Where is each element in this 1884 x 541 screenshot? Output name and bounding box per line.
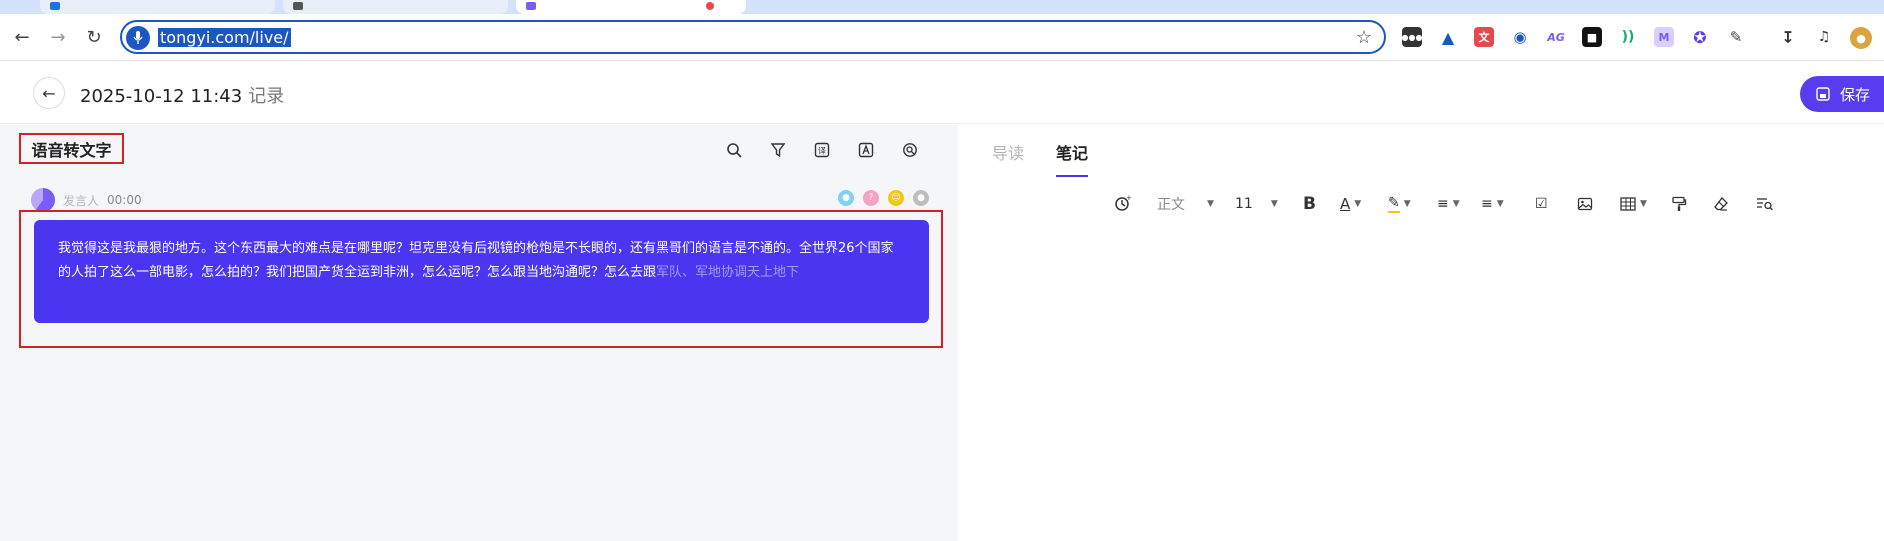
ordered-list-icon: ≡ (1437, 196, 1449, 212)
page-title: 2025-10-12 11:43 记录 (80, 82, 284, 108)
ai-assist-icon[interactable]: + (1113, 193, 1131, 215)
speaker-timestamp[interactable]: 00:00 (107, 193, 142, 207)
forward-icon[interactable]: → (47, 26, 69, 48)
image-icon[interactable] (1577, 193, 1593, 215)
speaker-name[interactable]: 发言人 (63, 192, 99, 209)
find-replace-icon[interactable] (1756, 193, 1774, 215)
chevron-down-icon: ▼ (1452, 199, 1460, 209)
checkbox-icon[interactable]: ☑ (1535, 193, 1548, 215)
media-control-icon[interactable]: ♫ (1814, 27, 1834, 47)
chevron-down-icon: ▼ (1640, 199, 1647, 209)
eraser-icon[interactable] (1713, 193, 1729, 215)
save-label: 保存 (1840, 85, 1871, 104)
extension-icon[interactable]: ■ (1582, 27, 1602, 47)
extension-icon[interactable]: ✪ (1690, 27, 1710, 47)
profile-avatar[interactable]: ● (1850, 27, 1872, 49)
font-color-button[interactable]: A ▼ (1340, 193, 1361, 215)
browser-tab[interactable] (283, 0, 508, 14)
save-button[interactable]: 保存 (1800, 76, 1884, 112)
browser-tab-strip (0, 0, 1884, 14)
address-bar[interactable]: tongyi.com/live/ ☆ (120, 20, 1386, 54)
font-size-select[interactable]: 11 ▼ (1235, 193, 1278, 215)
bookmark-star-icon[interactable]: ☆ (1356, 27, 1372, 48)
reload-icon[interactable]: ↻ (83, 26, 105, 48)
reaction-icons: ● ? ☺ ● (838, 190, 929, 206)
translate-extension-icon[interactable]: 文 (1474, 27, 1494, 47)
transcript-highlight-frame: 我觉得这是我最狠的地方。这个东西最大的难点是在哪里呢？坦克里没有后视镜的枪炮是不… (19, 210, 943, 348)
more-icon[interactable]: ● (913, 190, 929, 206)
filter-icon[interactable] (768, 140, 788, 160)
extension-icon[interactable]: ●●● (1402, 27, 1422, 47)
tab-recording-icon (706, 2, 714, 10)
mail-extension-icon[interactable]: M (1654, 27, 1674, 47)
ordered-list-button[interactable]: ≡ ▼ (1437, 193, 1460, 215)
chevron-down-icon: ▼ (1207, 199, 1214, 209)
transcript-bubble[interactable]: 我觉得这是我最狠的地方。这个东西最大的难点是在哪里呢？坦克里没有后视镜的枪炮是不… (34, 220, 929, 323)
bullet-list-button[interactable]: ≡ ▼ (1481, 193, 1504, 215)
notes-panel: 导读 笔记 + 正文 ▼ 11 ▼ B A ▼ ✎ ▼ ≡ ▼ ≡ ▼ ☑ ▼ (958, 125, 1884, 541)
replace-icon[interactable] (900, 140, 920, 160)
highlighter-icon: ✎ (1388, 195, 1400, 213)
tab-favicon-icon (50, 2, 60, 10)
text-format-icon[interactable] (856, 140, 876, 160)
tab-notes[interactable]: 笔记 (1056, 140, 1088, 164)
section-title: 语音转文字 (19, 133, 124, 164)
bold-icon[interactable]: B (1303, 193, 1316, 215)
paragraph-style-select[interactable]: 正文 ▼ (1157, 193, 1214, 215)
table-icon (1620, 197, 1636, 211)
extensions-puzzle-icon[interactable]: ✎ (1726, 27, 1746, 47)
tab-favicon-icon (293, 2, 303, 10)
tab-favicon-icon (526, 2, 536, 10)
extension-icon[interactable]: ▲ (1438, 27, 1458, 47)
chevron-down-icon: ▼ (1496, 199, 1504, 209)
browser-tab[interactable] (40, 0, 275, 14)
bullet-list-icon: ≡ (1481, 196, 1493, 212)
font-color-icon: A (1340, 195, 1351, 213)
extension-icon[interactable]: ◉ (1510, 27, 1530, 47)
search-icon[interactable] (724, 140, 744, 160)
download-icon[interactable]: ↧ (1778, 27, 1798, 47)
page-header: ← 2025-10-12 11:43 记录 保存 (0, 62, 1884, 124)
chevron-down-icon: ▼ (1354, 199, 1362, 209)
transcript-pending-text: 军队、军地协调天上地下 (656, 264, 800, 280)
format-painter-icon[interactable] (1671, 193, 1687, 215)
extension-icon[interactable]: )) (1618, 27, 1638, 47)
extension-icon[interactable]: AG (1546, 27, 1566, 47)
browser-toolbar: ← → ↻ tongyi.com/live/ ☆ ●●● ▲ 文 ◉ AG ■ … (0, 14, 1884, 61)
back-button[interactable]: ← (33, 77, 65, 109)
save-icon (1816, 87, 1830, 101)
speaker-avatar (31, 188, 55, 212)
paragraph-style-value: 正文 (1157, 197, 1185, 213)
tag-icon[interactable]: ● (838, 190, 854, 206)
chevron-down-icon: ▼ (1403, 199, 1411, 209)
svg-text:译: 译 (818, 147, 826, 156)
table-button[interactable]: ▼ (1620, 193, 1647, 215)
question-icon[interactable]: ? (863, 190, 879, 206)
record-label: 记录 (248, 86, 285, 107)
active-tab-indicator (1056, 175, 1088, 177)
url-text[interactable]: tongyi.com/live/ (158, 28, 291, 47)
back-icon[interactable]: ← (11, 26, 33, 48)
font-size-value: 11 (1235, 196, 1253, 212)
mic-icon[interactable] (126, 26, 150, 50)
highlight-button[interactable]: ✎ ▼ (1388, 193, 1411, 215)
svg-text:+: + (1126, 195, 1131, 202)
record-datetime: 2025-10-12 11:43 (80, 86, 243, 107)
translate-icon[interactable]: 译 (812, 140, 832, 160)
speaker-row: 发言人 00:00 (31, 188, 142, 212)
transcript-panel: 语音转文字 译 发言人 00:00 ● ? ☺ ● 我觉得这是我最狠的地方。这个… (0, 125, 958, 541)
chevron-down-icon: ▼ (1270, 199, 1278, 209)
tab-guide[interactable]: 导读 (992, 140, 1024, 164)
browser-tab-active[interactable] (516, 0, 746, 14)
emoji-icon[interactable]: ☺ (888, 190, 904, 206)
